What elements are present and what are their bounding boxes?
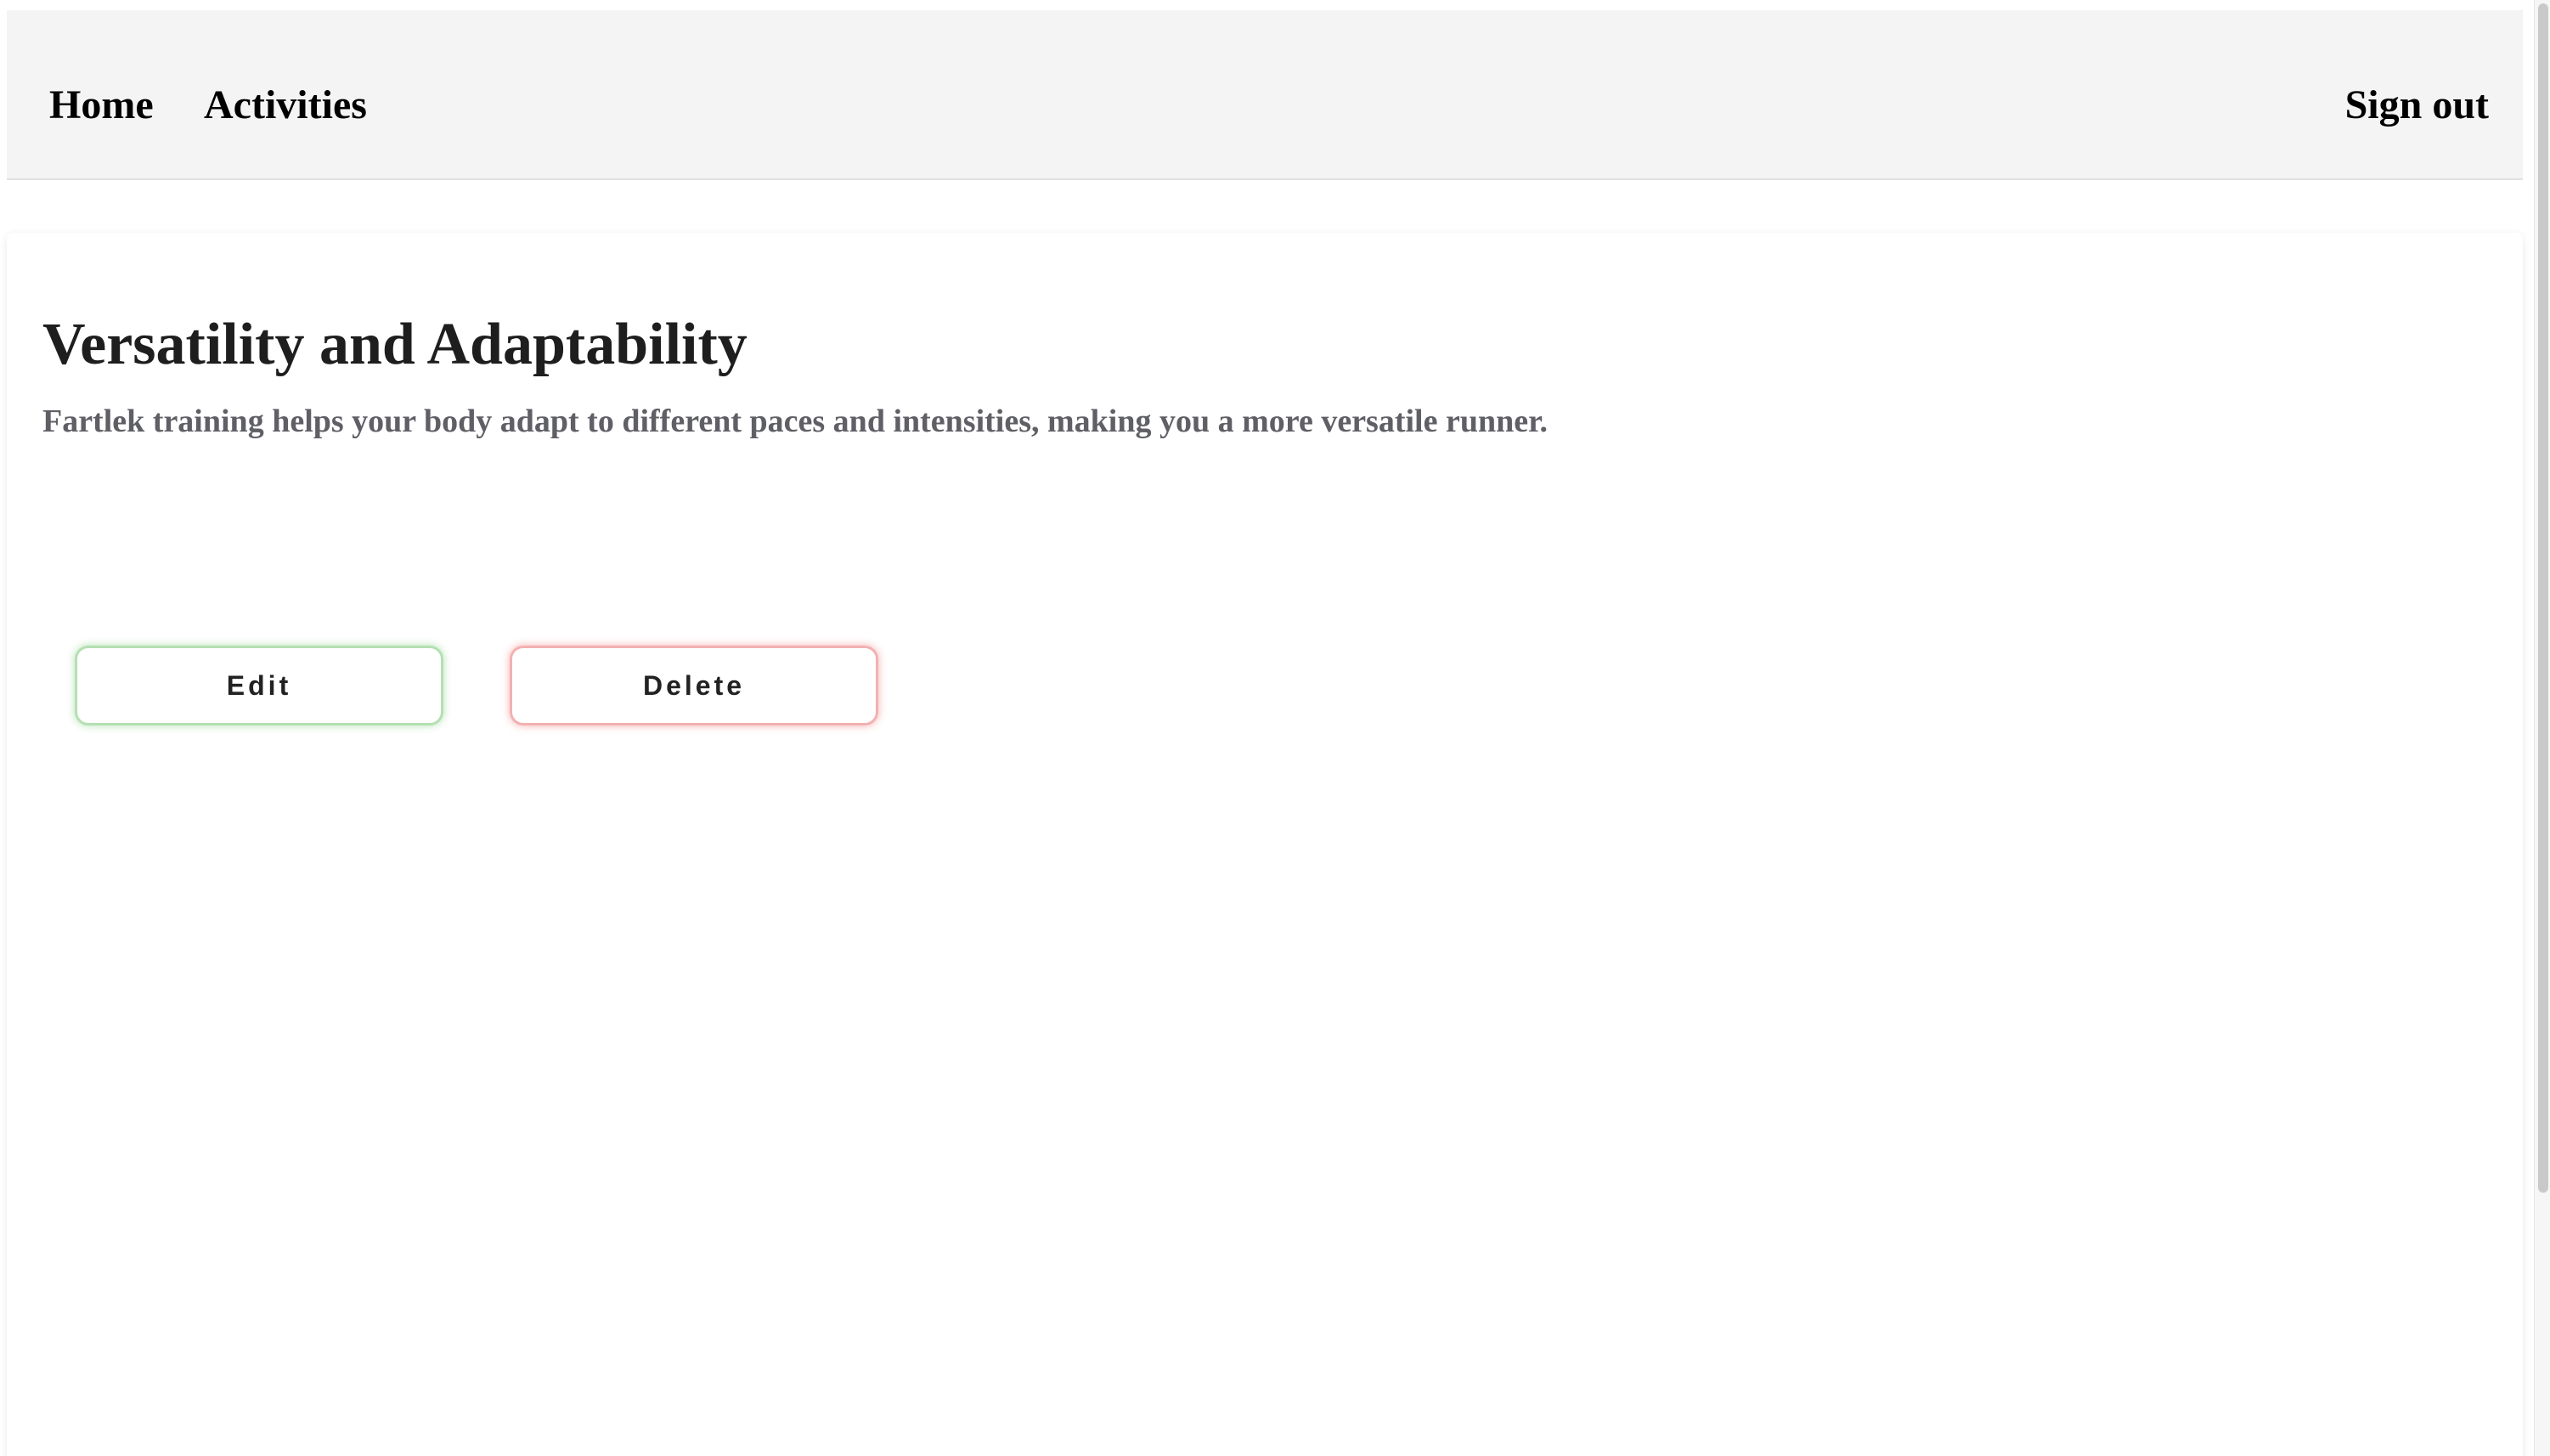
activity-description: Fartlek training helps your body adapt t… [42,404,1548,439]
sign-out-link[interactable]: Sign out [2345,78,2489,133]
edit-button[interactable]: Edit [75,646,443,725]
activity-card: Versatility and Adaptability Fartlek tra… [7,233,2523,1456]
scrollbar-thumb[interactable] [2538,3,2548,1193]
vertical-scrollbar[interactable] [2534,0,2550,1456]
top-navbar: Home Activities Sign out [7,10,2523,180]
activity-title: Versatility and Adaptability [42,312,748,377]
delete-button[interactable]: Delete [510,646,878,725]
nav-activities-link[interactable]: Activities [204,78,367,133]
nav-home-link[interactable]: Home [49,78,154,133]
